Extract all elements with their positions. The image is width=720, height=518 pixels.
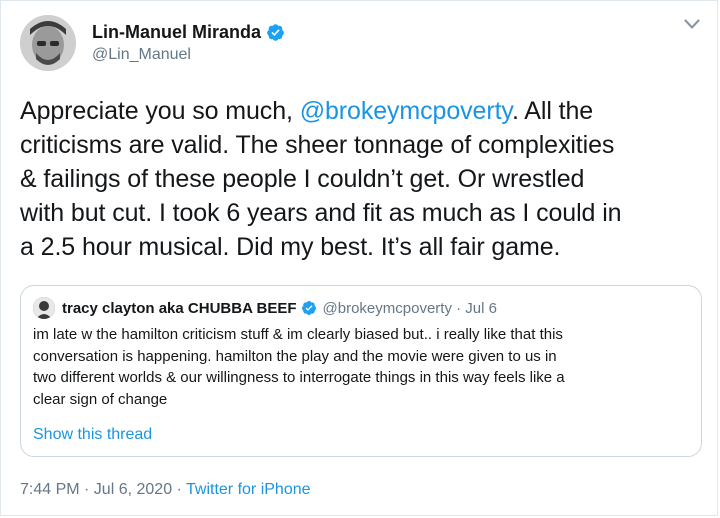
author-avatar[interactable]: [20, 15, 76, 71]
chevron-down-icon[interactable]: [684, 18, 700, 30]
tweet-text-line: & failings of these people I couldn’t ge…: [20, 165, 585, 193]
quoted-text-line: two different worlds & our willingness t…: [33, 369, 565, 386]
tweet-card: Lin-Manuel Miranda @Lin_Manuel Appreciat…: [0, 0, 718, 516]
author-name-row[interactable]: Lin-Manuel Miranda: [92, 22, 285, 43]
verified-badge-icon: [267, 24, 284, 41]
tweet-footer: 7:44 PM · Jul 6, 2020 · Twitter for iPho…: [20, 481, 311, 499]
verified-badge-icon: [301, 301, 316, 315]
quoted-tweet-text: im late w the hamilton criticism stuff &…: [33, 324, 693, 410]
quoted-avatar-portrait-icon: [33, 297, 55, 319]
tweet-text-fragment: . All the: [511, 97, 594, 125]
author-name[interactable]: Lin-Manuel Miranda: [92, 22, 261, 43]
tweet-text: Appreciate you so much, @brokeymcpoverty…: [20, 94, 710, 264]
quoted-tweet-header: tracy clayton aka CHUBBA BEEF @brokeymcp…: [33, 297, 497, 319]
quoted-text-line: im late w the hamilton criticism stuff &…: [33, 326, 563, 343]
tweet-text-fragment: Appreciate you so much,: [20, 97, 300, 125]
show-thread-link[interactable]: Show this thread: [33, 426, 152, 444]
quoted-author-name[interactable]: tracy clayton aka CHUBBA BEEF: [62, 300, 297, 317]
quoted-text-line: clear sign of change: [33, 390, 168, 408]
quoted-text-line: conversation is happening. hamilton the …: [33, 347, 557, 365]
quoted-tweet[interactable]: tracy clayton aka CHUBBA BEEF @brokeymcp…: [20, 285, 702, 457]
tweet-text-line: criticisms are valid. The sheer tonnage …: [20, 131, 615, 159]
tweet-source-link[interactable]: Twitter for iPhone: [186, 481, 311, 498]
author-handle[interactable]: @Lin_Manuel: [92, 46, 191, 64]
tweet-text-line: a 2.5 hour musical. Did my best. It’s al…: [20, 233, 561, 261]
quoted-author-handle[interactable]: @brokeymcpoverty · Jul 6: [323, 300, 497, 317]
tweet-text-line: Appreciate you so much, @brokeymcpoverty…: [20, 94, 710, 128]
quoted-author-avatar[interactable]: [33, 297, 55, 319]
mention-link[interactable]: @brokeymcpoverty: [300, 97, 512, 125]
avatar-portrait-icon: [20, 15, 76, 71]
tweet-timestamp[interactable]: 7:44 PM · Jul 6, 2020 ·: [20, 481, 186, 498]
tweet-text-line: with but cut. I took 6 years and fit as …: [20, 199, 622, 227]
